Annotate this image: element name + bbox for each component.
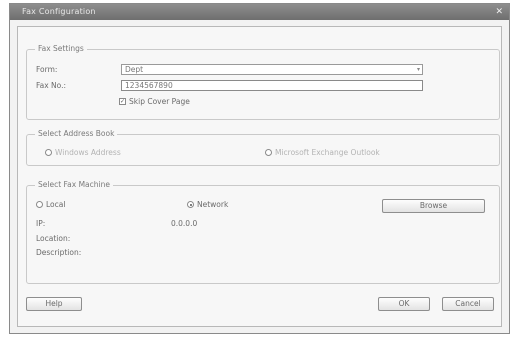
ip-label: IP:: [36, 219, 46, 228]
form-label: Form:: [36, 65, 58, 74]
window-title: Fax Configuration: [22, 7, 96, 16]
close-icon[interactable]: ✕: [495, 6, 503, 18]
title-bar[interactable]: Fax Configuration ✕: [10, 4, 509, 20]
ip-value: 0.0.0.0: [171, 219, 198, 228]
form-select[interactable]: Dept ▾: [121, 64, 423, 75]
dialog-body: Fax Settings Form: Dept ▾ Fax No.: 12345…: [17, 26, 502, 327]
fax-configuration-dialog: Fax Configuration ✕ Fax Settings Form: D…: [9, 3, 510, 334]
fax-settings-group: Fax Settings Form: Dept ▾ Fax No.: 12345…: [26, 44, 500, 120]
fax-no-input[interactable]: 1234567890: [121, 80, 423, 91]
address-book-legend: Select Address Book: [35, 129, 118, 138]
fax-machine-group: Select Fax Machine Local Network Browse …: [26, 180, 500, 284]
fax-no-label: Fax No.:: [36, 81, 67, 90]
fax-no-value: 1234567890: [125, 81, 173, 90]
address-book-group: Select Address Book Windows Address Micr…: [26, 129, 500, 166]
ok-button[interactable]: OK: [378, 297, 430, 311]
exchange-outlook-radio[interactable]: [265, 149, 272, 156]
local-label: Local: [46, 200, 66, 209]
help-button[interactable]: Help: [26, 297, 82, 311]
skip-cover-label: Skip Cover Page: [129, 97, 190, 106]
network-radio[interactable]: [187, 201, 194, 208]
location-label: Location:: [36, 234, 71, 243]
fax-machine-legend: Select Fax Machine: [35, 180, 113, 189]
local-radio[interactable]: [36, 201, 43, 208]
chevron-down-icon: ▾: [416, 66, 420, 73]
browse-button[interactable]: Browse: [382, 199, 485, 213]
network-label: Network: [197, 200, 229, 209]
description-label: Description:: [36, 248, 82, 257]
fax-settings-legend: Fax Settings: [35, 44, 87, 53]
skip-cover-checkbox[interactable]: ✓: [119, 98, 126, 105]
windows-address-radio[interactable]: [45, 149, 52, 156]
cancel-button[interactable]: Cancel: [442, 297, 494, 311]
form-select-value: Dept: [125, 65, 144, 74]
windows-address-label: Windows Address: [55, 148, 121, 157]
exchange-outlook-label: Microsoft Exchange Outlook: [275, 148, 380, 157]
